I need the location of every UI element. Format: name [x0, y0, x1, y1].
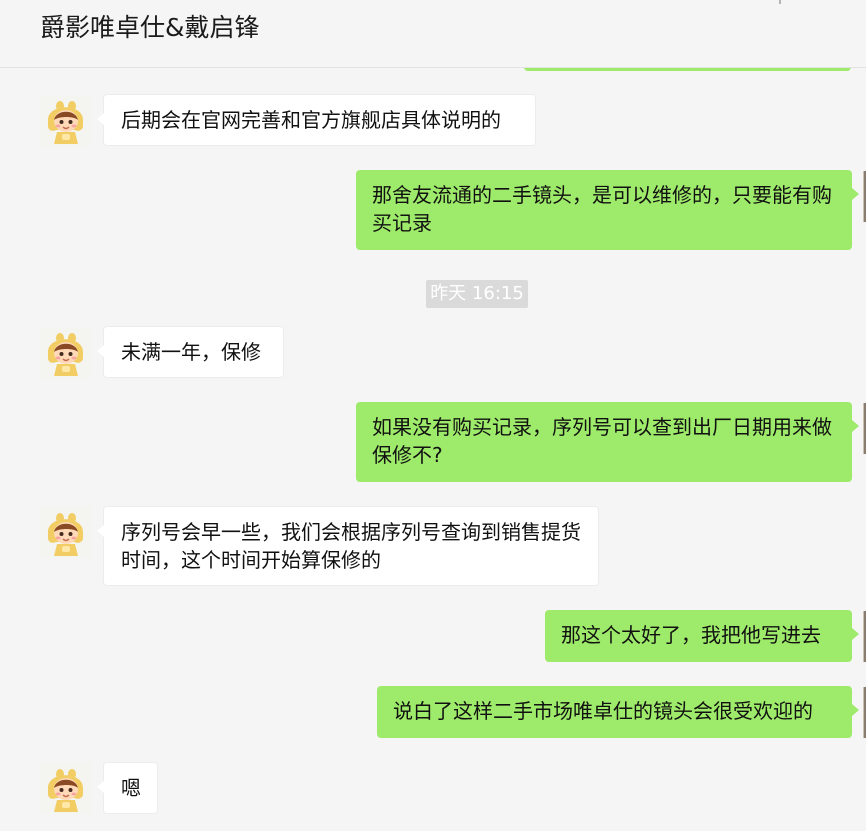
contact-avatar[interactable] [40, 763, 91, 814]
incoming-message-bubble[interactable]: 嗯 [97, 762, 158, 814]
chat-title: 爵影唯卓仕&戴启锋 [40, 13, 260, 42]
contact-avatar[interactable] [40, 507, 91, 558]
incoming-message-bubble[interactable]: 序列号会早一些，我们会根据序列号查询到销售提货时间，这个时间开始算保修的 [97, 506, 599, 586]
message-text: 嗯 [121, 776, 141, 800]
contact-avatar[interactable] [40, 95, 91, 146]
chat-window: 爵影唯卓仕&戴启锋 后期会在官网完善和官方旗舰店具体说明的 那舍友流通的二手镜头… [0, 0, 866, 831]
cartoon-child-avatar-icon [40, 763, 91, 814]
cartoon-child-avatar-icon [40, 507, 91, 558]
message-text: 序列号会早一些，我们会根据序列号查询到销售提货时间，这个时间开始算保修的 [121, 520, 581, 572]
message-text: 那这个太好了，我把他写进去 [561, 623, 821, 647]
incoming-message-bubble[interactable]: 未满一年，保修 [97, 326, 284, 378]
incoming-message-bubble[interactable]: 后期会在官网完善和官方旗舰店具体说明的 [97, 94, 536, 146]
window-edge-mark [779, 0, 781, 4]
chat-header: 爵影唯卓仕&戴启锋 [0, 0, 866, 68]
message-timestamp: 昨天 16:15 [426, 280, 528, 308]
outgoing-message-bubble[interactable]: 说白了这样二手市场唯卓仕的镜头会很受欢迎的 [377, 686, 859, 738]
outgoing-message-bubble[interactable]: 那舍友流通的二手镜头，是可以维修的，只要能有购买记录 [356, 170, 859, 250]
message-text: 那舍友流通的二手镜头，是可以维修的，只要能有购买记录 [372, 183, 832, 235]
message-text: 说白了这样二手市场唯卓仕的镜头会很受欢迎的 [393, 699, 813, 723]
message-text: 未满一年，保修 [121, 340, 261, 364]
outgoing-message-bubble[interactable]: 那这个太好了，我把他写进去 [545, 610, 859, 662]
message-text: 后期会在官网完善和官方旗舰店具体说明的 [121, 108, 501, 132]
message-text: 如果没有购买记录，序列号可以查到出厂日期用来做保修不? [372, 415, 832, 467]
cartoon-child-avatar-icon [40, 95, 91, 146]
cartoon-child-avatar-icon [40, 327, 91, 378]
outgoing-message-bubble[interactable]: 如果没有购买记录，序列号可以查到出厂日期用来做保修不? [356, 402, 859, 482]
contact-avatar[interactable] [40, 327, 91, 378]
